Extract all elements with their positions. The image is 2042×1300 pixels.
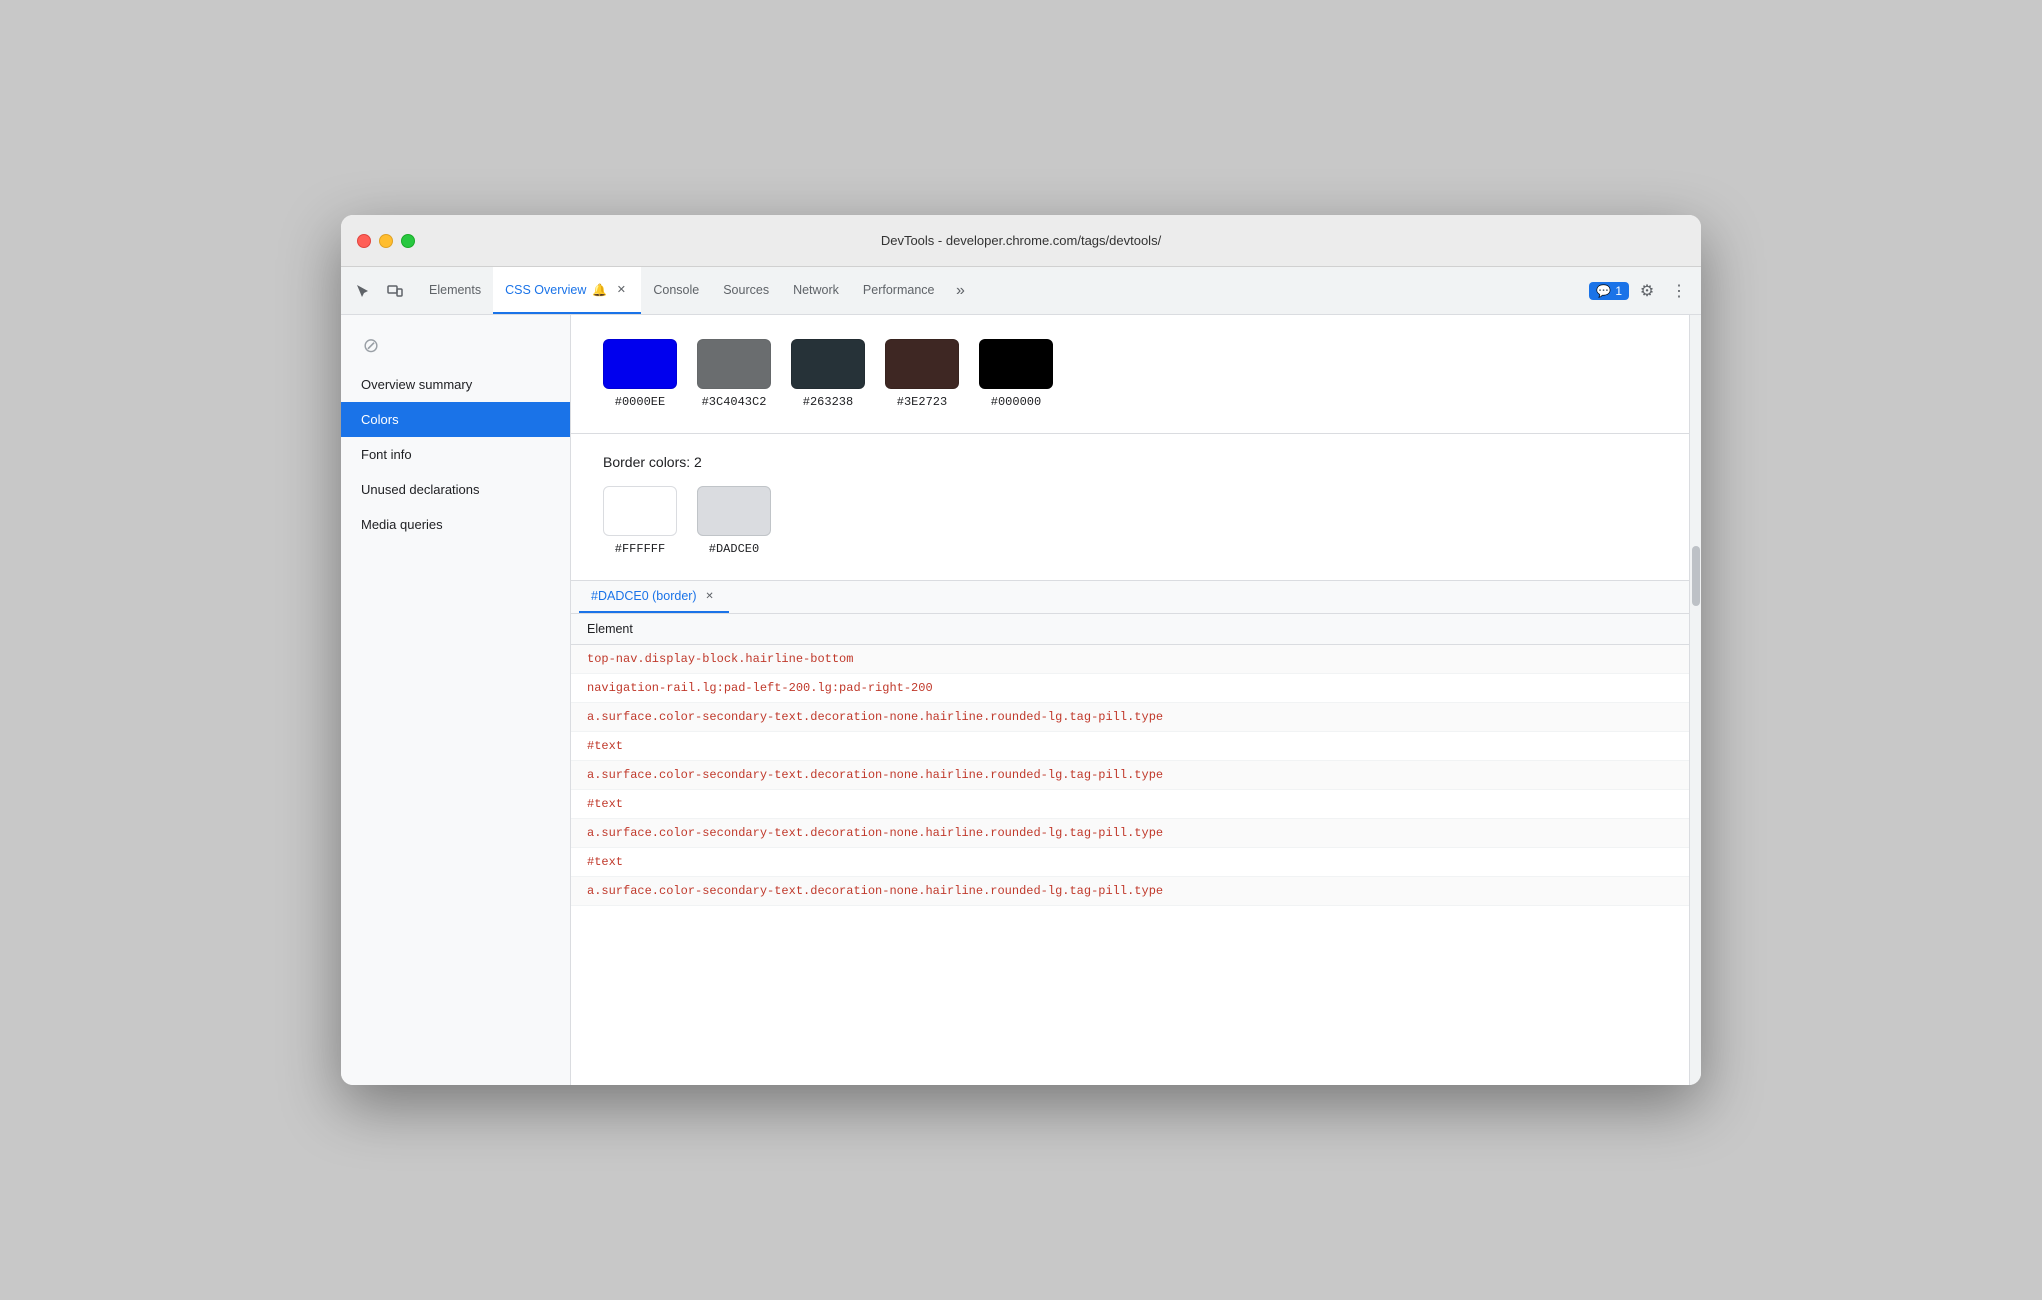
tab-sources[interactable]: Sources (711, 267, 781, 314)
border-color-label-1: #DADCE0 (709, 542, 759, 556)
sidebar-item-font-info-label: Font info (361, 447, 412, 462)
border-colors-section: Border colors: 2 #FFFFFF #DADCE0 (571, 434, 1689, 581)
element-row-7[interactable]: #text (571, 848, 1689, 877)
border-colors-heading: Border colors: 2 (603, 454, 1657, 470)
settings-icon[interactable]: ⚙ (1633, 277, 1661, 305)
sidebar-item-unused-declarations-label: Unused declarations (361, 482, 480, 497)
element-tabs: #DADCE0 (border) ✕ (571, 581, 1689, 614)
tab-performance[interactable]: Performance (851, 267, 947, 314)
tab-css-overview[interactable]: CSS Overview 🔔 ✕ (493, 267, 641, 314)
element-tab-dadce0[interactable]: #DADCE0 (border) ✕ (579, 581, 729, 613)
element-tab-close[interactable]: ✕ (703, 589, 717, 603)
tab-network-label: Network (793, 283, 839, 297)
color-swatch-1[interactable] (697, 339, 771, 389)
element-row-8[interactable]: a.surface.color-secondary-text.decoratio… (571, 877, 1689, 906)
text-colors-section: #0000EE #3C4043C2 #263238 #3E2723 (571, 315, 1689, 434)
devtools-window: DevTools - developer.chrome.com/tags/dev… (341, 215, 1701, 1085)
element-panel: #DADCE0 (border) ✕ Element top-nav.displ… (571, 581, 1689, 1085)
sidebar-item-overview-summary-label: Overview summary (361, 377, 472, 392)
tab-sources-label: Sources (723, 283, 769, 297)
sidebar-item-colors[interactable]: Colors (341, 402, 570, 437)
sidebar-item-media-queries[interactable]: Media queries (341, 507, 570, 542)
tab-elements-label: Elements (429, 283, 481, 297)
color-swatch-2[interactable] (791, 339, 865, 389)
element-row-2[interactable]: a.surface.color-secondary-text.decoratio… (571, 703, 1689, 732)
element-row-0[interactable]: top-nav.display-block.hairline-bottom (571, 645, 1689, 674)
tab-elements[interactable]: Elements (417, 267, 493, 314)
color-swatch-item-1: #3C4043C2 (697, 339, 771, 409)
close-button[interactable] (357, 234, 371, 248)
sidebar-item-overview-summary[interactable]: Overview summary (341, 367, 570, 402)
tab-console[interactable]: Console (641, 267, 711, 314)
window-title: DevTools - developer.chrome.com/tags/dev… (881, 233, 1161, 248)
maximize-button[interactable] (401, 234, 415, 248)
color-label-1: #3C4043C2 (702, 395, 767, 409)
device-toggle-icon[interactable] (381, 277, 409, 305)
sidebar-item-unused-declarations[interactable]: Unused declarations (341, 472, 570, 507)
color-label-4: #000000 (991, 395, 1041, 409)
border-swatch-item-0: #FFFFFF (603, 486, 677, 556)
border-color-label-0: #FFFFFF (615, 542, 665, 556)
element-table-header: Element (571, 614, 1689, 645)
sidebar-item-media-queries-label: Media queries (361, 517, 443, 532)
color-swatch-item-2: #263238 (791, 339, 865, 409)
element-row-5[interactable]: #text (571, 790, 1689, 819)
notification-icon: 💬 (1596, 284, 1611, 298)
element-row-3[interactable]: #text (571, 732, 1689, 761)
color-swatch-item-0: #0000EE (603, 339, 677, 409)
sidebar: ⊘ Overview summary Colors Font info Unus… (341, 315, 571, 1085)
minimize-button[interactable] (379, 234, 393, 248)
title-bar: DevTools - developer.chrome.com/tags/dev… (341, 215, 1701, 267)
element-row-1[interactable]: navigation-rail.lg:pad-left-200.lg:pad-r… (571, 674, 1689, 703)
tab-css-overview-close[interactable]: ✕ (613, 282, 629, 298)
tab-bar: Elements CSS Overview 🔔 ✕ Console Source… (341, 267, 1701, 315)
warning-icon: 🔔 (592, 283, 607, 297)
border-color-swatches: #FFFFFF #DADCE0 (603, 486, 1657, 556)
panel-content: #0000EE #3C4043C2 #263238 #3E2723 (571, 315, 1689, 1085)
main-content: ⊘ Overview summary Colors Font info Unus… (341, 315, 1701, 1085)
more-tabs-icon[interactable]: » (946, 277, 974, 305)
tab-bar-left-icons (349, 267, 409, 314)
tab-console-label: Console (653, 283, 699, 297)
notification-count: 1 (1615, 284, 1622, 298)
element-tab-label: #DADCE0 (border) (591, 589, 697, 603)
tab-css-overview-label: CSS Overview (505, 283, 586, 297)
element-row-4[interactable]: a.surface.color-secondary-text.decoratio… (571, 761, 1689, 790)
color-label-2: #263238 (803, 395, 853, 409)
element-row-6[interactable]: a.surface.color-secondary-text.decoratio… (571, 819, 1689, 848)
color-swatch-4[interactable] (979, 339, 1053, 389)
color-swatch-item-4: #000000 (979, 339, 1053, 409)
more-options-icon[interactable]: ⋮ (1665, 277, 1693, 305)
text-color-swatches: #0000EE #3C4043C2 #263238 #3E2723 (603, 339, 1657, 409)
scrollbar[interactable] (1689, 315, 1701, 1085)
scrollbar-thumb (1692, 546, 1700, 606)
traffic-lights (357, 234, 415, 248)
disabled-icon: ⊘ (357, 331, 385, 359)
tab-network[interactable]: Network (781, 267, 851, 314)
cursor-icon[interactable] (349, 277, 377, 305)
sidebar-item-font-info[interactable]: Font info (341, 437, 570, 472)
tab-bar-right: 💬 1 ⚙ ⋮ (1589, 267, 1693, 314)
border-swatch-1[interactable] (697, 486, 771, 536)
border-swatch-0[interactable] (603, 486, 677, 536)
tabs-list: Elements CSS Overview 🔔 ✕ Console Source… (417, 267, 1589, 314)
notification-badge[interactable]: 💬 1 (1589, 282, 1629, 300)
element-table: top-nav.display-block.hairline-bottom na… (571, 645, 1689, 1085)
tab-performance-label: Performance (863, 283, 935, 297)
sidebar-item-colors-label: Colors (361, 412, 399, 427)
color-label-0: #0000EE (615, 395, 665, 409)
color-swatch-3[interactable] (885, 339, 959, 389)
color-label-3: #3E2723 (897, 395, 947, 409)
color-swatch-0[interactable] (603, 339, 677, 389)
border-swatch-item-1: #DADCE0 (697, 486, 771, 556)
color-swatch-item-3: #3E2723 (885, 339, 959, 409)
